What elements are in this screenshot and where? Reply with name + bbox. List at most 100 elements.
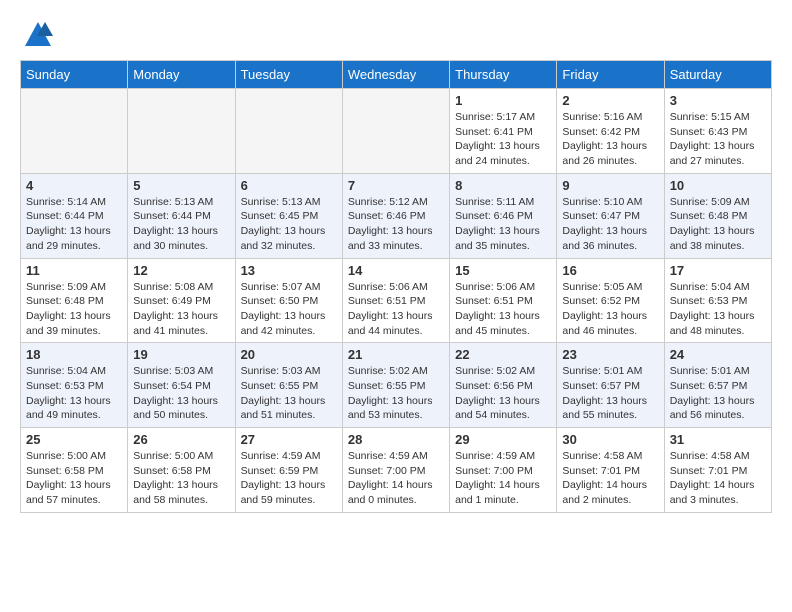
day-number: 2 (562, 93, 658, 108)
day-info: Sunrise: 4:59 AM Sunset: 7:00 PM Dayligh… (455, 449, 551, 508)
day-info: Sunrise: 5:00 AM Sunset: 6:58 PM Dayligh… (133, 449, 229, 508)
calendar-day: 10 Sunrise: 5:09 AM Sunset: 6:48 PM Dayli… (664, 173, 771, 258)
calendar-day: 15 Sunrise: 5:06 AM Sunset: 6:51 PM Dayli… (450, 258, 557, 343)
calendar-day (342, 89, 449, 174)
day-info: Sunrise: 5:16 AM Sunset: 6:42 PM Dayligh… (562, 110, 658, 169)
calendar-day: 1 Sunrise: 5:17 AM Sunset: 6:41 PM Daylig… (450, 89, 557, 174)
calendar-day: 13 Sunrise: 5:07 AM Sunset: 6:50 PM Dayli… (235, 258, 342, 343)
calendar-day: 17 Sunrise: 5:04 AM Sunset: 6:53 PM Dayli… (664, 258, 771, 343)
header-cell-tuesday: Tuesday (235, 61, 342, 89)
calendar-day: 27 Sunrise: 4:59 AM Sunset: 6:59 PM Dayli… (235, 428, 342, 513)
day-info: Sunrise: 5:09 AM Sunset: 6:48 PM Dayligh… (670, 195, 766, 254)
day-info: Sunrise: 5:09 AM Sunset: 6:48 PM Dayligh… (26, 280, 122, 339)
calendar-day: 30 Sunrise: 4:58 AM Sunset: 7:01 PM Dayli… (557, 428, 664, 513)
day-number: 10 (670, 178, 766, 193)
day-info: Sunrise: 5:04 AM Sunset: 6:53 PM Dayligh… (670, 280, 766, 339)
calendar-day: 25 Sunrise: 5:00 AM Sunset: 6:58 PM Dayli… (21, 428, 128, 513)
day-info: Sunrise: 5:10 AM Sunset: 6:47 PM Dayligh… (562, 195, 658, 254)
day-info: Sunrise: 5:06 AM Sunset: 6:51 PM Dayligh… (348, 280, 444, 339)
day-number: 15 (455, 263, 551, 278)
day-info: Sunrise: 5:06 AM Sunset: 6:51 PM Dayligh… (455, 280, 551, 339)
day-info: Sunrise: 5:13 AM Sunset: 6:44 PM Dayligh… (133, 195, 229, 254)
header-cell-friday: Friday (557, 61, 664, 89)
day-number: 20 (241, 347, 337, 362)
logo (20, 20, 53, 50)
day-number: 27 (241, 432, 337, 447)
day-number: 22 (455, 347, 551, 362)
calendar-day: 3 Sunrise: 5:15 AM Sunset: 6:43 PM Daylig… (664, 89, 771, 174)
calendar-day: 5 Sunrise: 5:13 AM Sunset: 6:44 PM Daylig… (128, 173, 235, 258)
day-number: 6 (241, 178, 337, 193)
day-info: Sunrise: 5:11 AM Sunset: 6:46 PM Dayligh… (455, 195, 551, 254)
calendar-week-2: 4 Sunrise: 5:14 AM Sunset: 6:44 PM Daylig… (21, 173, 772, 258)
calendar-day: 16 Sunrise: 5:05 AM Sunset: 6:52 PM Dayli… (557, 258, 664, 343)
calendar-table: SundayMondayTuesdayWednesdayThursdayFrid… (20, 60, 772, 513)
calendar-day (128, 89, 235, 174)
day-number: 3 (670, 93, 766, 108)
day-number: 4 (26, 178, 122, 193)
day-info: Sunrise: 5:08 AM Sunset: 6:49 PM Dayligh… (133, 280, 229, 339)
calendar-week-3: 11 Sunrise: 5:09 AM Sunset: 6:48 PM Dayli… (21, 258, 772, 343)
header-cell-thursday: Thursday (450, 61, 557, 89)
calendar-day: 12 Sunrise: 5:08 AM Sunset: 6:49 PM Dayli… (128, 258, 235, 343)
day-number: 12 (133, 263, 229, 278)
day-info: Sunrise: 5:14 AM Sunset: 6:44 PM Dayligh… (26, 195, 122, 254)
day-info: Sunrise: 5:02 AM Sunset: 6:56 PM Dayligh… (455, 364, 551, 423)
header-row: SundayMondayTuesdayWednesdayThursdayFrid… (21, 61, 772, 89)
day-number: 24 (670, 347, 766, 362)
calendar-day: 18Sunrise: 5:04 AM Sunset: 6:53 PM Dayli… (21, 343, 128, 428)
day-info: Sunrise: 5:07 AM Sunset: 6:50 PM Dayligh… (241, 280, 337, 339)
day-info: Sunrise: 5:04 AM Sunset: 6:53 PM Dayligh… (26, 364, 122, 423)
day-number: 21 (348, 347, 444, 362)
calendar-day: 8 Sunrise: 5:11 AM Sunset: 6:46 PM Daylig… (450, 173, 557, 258)
calendar-day: 4 Sunrise: 5:14 AM Sunset: 6:44 PM Daylig… (21, 173, 128, 258)
day-number: 26 (133, 432, 229, 447)
calendar-day: 21Sunrise: 5:02 AM Sunset: 6:55 PM Dayli… (342, 343, 449, 428)
day-info: Sunrise: 4:59 AM Sunset: 6:59 PM Dayligh… (241, 449, 337, 508)
day-number: 1 (455, 93, 551, 108)
header-cell-wednesday: Wednesday (342, 61, 449, 89)
calendar-day: 7Sunrise: 5:12 AM Sunset: 6:46 PM Daylig… (342, 173, 449, 258)
calendar-day: 9 Sunrise: 5:10 AM Sunset: 6:47 PM Daylig… (557, 173, 664, 258)
calendar-day: 29 Sunrise: 4:59 AM Sunset: 7:00 PM Dayli… (450, 428, 557, 513)
day-number: 17 (670, 263, 766, 278)
day-number: 30 (562, 432, 658, 447)
calendar-body: 1 Sunrise: 5:17 AM Sunset: 6:41 PM Daylig… (21, 89, 772, 513)
calendar-day: 11 Sunrise: 5:09 AM Sunset: 6:48 PM Dayli… (21, 258, 128, 343)
day-number: 11 (26, 263, 122, 278)
logo-icon (23, 20, 53, 50)
day-number: 5 (133, 178, 229, 193)
calendar-day (235, 89, 342, 174)
day-number: 8 (455, 178, 551, 193)
calendar-day: 31 Sunrise: 4:58 AM Sunset: 7:01 PM Dayli… (664, 428, 771, 513)
calendar-day: 19Sunrise: 5:03 AM Sunset: 6:54 PM Dayli… (128, 343, 235, 428)
day-info: Sunrise: 4:59 AM Sunset: 7:00 PM Dayligh… (348, 449, 444, 508)
day-info: Sunrise: 5:12 AM Sunset: 6:46 PM Dayligh… (348, 195, 444, 254)
calendar-day: 2 Sunrise: 5:16 AM Sunset: 6:42 PM Daylig… (557, 89, 664, 174)
day-info: Sunrise: 5:13 AM Sunset: 6:45 PM Dayligh… (241, 195, 337, 254)
day-number: 29 (455, 432, 551, 447)
page-header (20, 20, 772, 50)
header-cell-monday: Monday (128, 61, 235, 89)
day-info: Sunrise: 5:03 AM Sunset: 6:54 PM Dayligh… (133, 364, 229, 423)
calendar-day: 26 Sunrise: 5:00 AM Sunset: 6:58 PM Dayli… (128, 428, 235, 513)
calendar-week-4: 18Sunrise: 5:04 AM Sunset: 6:53 PM Dayli… (21, 343, 772, 428)
day-number: 14 (348, 263, 444, 278)
day-number: 25 (26, 432, 122, 447)
day-number: 31 (670, 432, 766, 447)
day-info: Sunrise: 5:01 AM Sunset: 6:57 PM Dayligh… (562, 364, 658, 423)
day-info: Sunrise: 5:00 AM Sunset: 6:58 PM Dayligh… (26, 449, 122, 508)
header-cell-saturday: Saturday (664, 61, 771, 89)
day-info: Sunrise: 5:17 AM Sunset: 6:41 PM Dayligh… (455, 110, 551, 169)
day-number: 28 (348, 432, 444, 447)
day-info: Sunrise: 4:58 AM Sunset: 7:01 PM Dayligh… (562, 449, 658, 508)
day-info: Sunrise: 4:58 AM Sunset: 7:01 PM Dayligh… (670, 449, 766, 508)
day-number: 13 (241, 263, 337, 278)
day-info: Sunrise: 5:15 AM Sunset: 6:43 PM Dayligh… (670, 110, 766, 169)
day-info: Sunrise: 5:05 AM Sunset: 6:52 PM Dayligh… (562, 280, 658, 339)
day-info: Sunrise: 5:03 AM Sunset: 6:55 PM Dayligh… (241, 364, 337, 423)
day-number: 9 (562, 178, 658, 193)
calendar-day: 14 Sunrise: 5:06 AM Sunset: 6:51 PM Dayli… (342, 258, 449, 343)
day-number: 16 (562, 263, 658, 278)
calendar-day: 6 Sunrise: 5:13 AM Sunset: 6:45 PM Daylig… (235, 173, 342, 258)
